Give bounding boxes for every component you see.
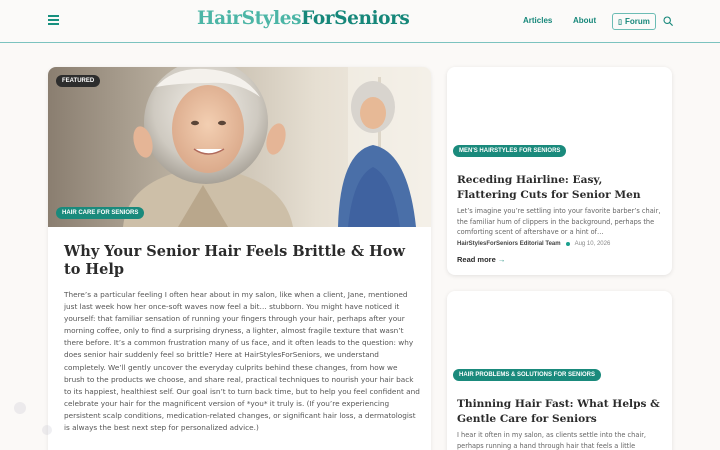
site-logo[interactable]: HairStylesForSeniors xyxy=(197,8,410,29)
article-card[interactable]: MEN'S HAIRSTYLES FOR SENIORS Receding Ha… xyxy=(447,67,672,275)
article-excerpt: I hear it often in my salon, as clients … xyxy=(457,431,647,450)
hamburger-menu-icon[interactable] xyxy=(48,15,59,26)
arrow-right-icon: → xyxy=(497,255,506,264)
category-badge[interactable]: HAIR CARE FOR SENIORS xyxy=(56,207,145,219)
nav-about-link[interactable]: About xyxy=(573,16,596,25)
read-more-label: Read more xyxy=(457,255,496,264)
article-date: Aug 10, 2026 xyxy=(574,241,611,247)
read-more-link[interactable]: Read more → xyxy=(457,255,505,264)
logo-part-1: HairStyles xyxy=(197,8,302,29)
forum-button[interactable]: ▯ Forum xyxy=(612,13,656,30)
category-badge[interactable]: MEN'S HAIRSTYLES FOR SENIORS xyxy=(453,145,567,157)
article-card[interactable]: HAIR PROBLEMS & SOLUTIONS FOR SENIORS Th… xyxy=(447,291,672,450)
logo-part-2: ForSeniors xyxy=(301,8,410,29)
nav-articles-link[interactable]: Articles xyxy=(523,16,552,25)
featured-article-excerpt: There’s a particular feeling I often hea… xyxy=(64,290,420,433)
featured-article-title[interactable]: Why Your Senior Hair Feels Brittle & How… xyxy=(64,243,414,279)
category-badge[interactable]: HAIR PROBLEMS & SOLUTIONS FOR SENIORS xyxy=(453,369,602,381)
featured-article-card[interactable]: FEATURED HAIR CARE FOR SENIORS Why Your … xyxy=(48,67,431,450)
separator-dot-icon xyxy=(565,242,570,246)
article-author: HairStylesForSeniors Editorial Team xyxy=(457,241,561,247)
article-title[interactable]: Thinning Hair Fast: What Helps & Gentle … xyxy=(457,397,662,427)
article-title[interactable]: Receding Hairline: Easy, Flattering Cuts… xyxy=(457,173,662,203)
site-header: HairStylesForSeniors Articles About ▯ Fo… xyxy=(0,0,720,43)
featured-article-image[interactable] xyxy=(48,67,431,227)
decorative-dot xyxy=(42,425,52,435)
forum-button-label: Forum xyxy=(624,17,650,26)
featured-badge: FEATURED xyxy=(56,75,101,87)
article-excerpt: Let’s imagine you’re settling into your … xyxy=(457,207,661,236)
decorative-dot xyxy=(14,402,26,414)
chat-icon: ▯ xyxy=(618,18,622,26)
search-icon[interactable] xyxy=(663,16,673,26)
article-meta: HairStylesForSeniors Editorial Team Aug … xyxy=(457,241,610,247)
